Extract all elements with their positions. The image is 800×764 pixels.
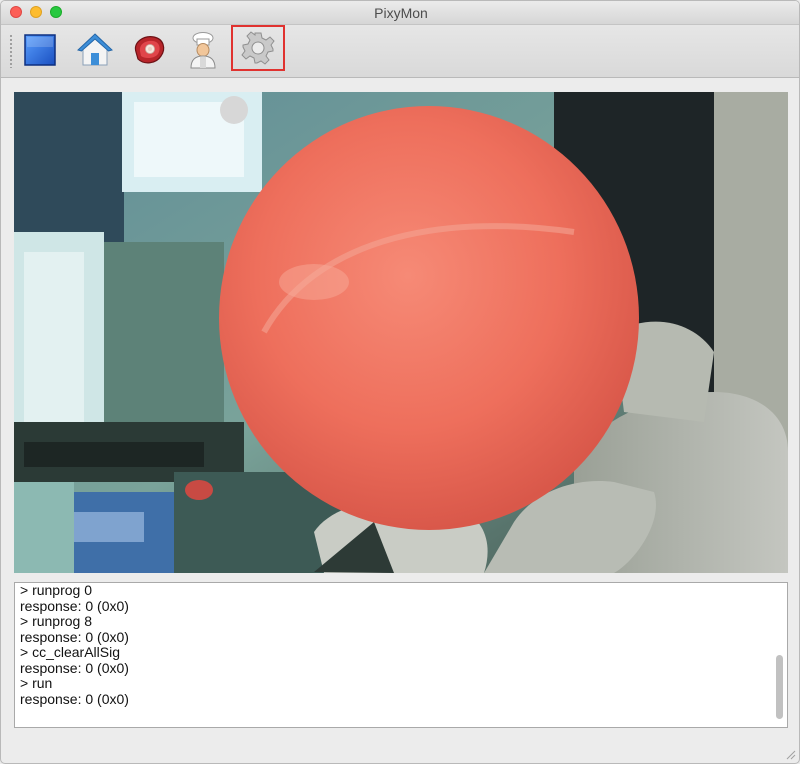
console-scrollbar-thumb[interactable]	[776, 655, 783, 719]
home-icon	[77, 33, 113, 66]
console-output[interactable]: > runprog 0 response: 0 (0x0) > runprog …	[14, 582, 788, 728]
configure-button[interactable]	[231, 25, 285, 71]
toolbar	[1, 25, 799, 78]
console-scrollbar[interactable]	[773, 585, 785, 725]
console-line: > run	[20, 675, 53, 691]
pixymon-window: PixyMon > runprog 0 response: 0 (0x0) > …	[0, 0, 800, 764]
cooked-video-button[interactable]	[181, 28, 225, 72]
resize-grip-icon[interactable]	[786, 750, 796, 760]
console-line: response: 0 (0x0)	[20, 628, 129, 645]
meat-steak-icon	[134, 36, 165, 64]
console-line: response: 0 (0x0)	[20, 690, 129, 707]
console-line: > runprog 0	[20, 582, 92, 598]
window-title: PixyMon	[374, 5, 428, 21]
console-line: response: 0 (0x0)	[20, 659, 129, 676]
console-line: response: 0 (0x0)	[20, 597, 129, 614]
chef-icon	[190, 32, 216, 69]
console-line: > cc_clearAllSig	[20, 644, 120, 660]
title-bar[interactable]: PixyMon	[1, 1, 799, 25]
camera-video-view[interactable]	[14, 92, 788, 573]
gear-icon	[241, 31, 275, 65]
stop-square-icon	[24, 34, 56, 66]
console-line: > runprog 8	[20, 613, 92, 629]
raw-video-button[interactable]	[127, 28, 171, 72]
toolbar-grip-handle[interactable]	[9, 34, 13, 68]
stop-button[interactable]	[18, 28, 62, 72]
console-lines: > runprog 0 response: 0 (0x0) > runprog …	[20, 583, 129, 707]
camera-frame-image	[14, 92, 788, 573]
home-button[interactable]	[73, 28, 117, 72]
